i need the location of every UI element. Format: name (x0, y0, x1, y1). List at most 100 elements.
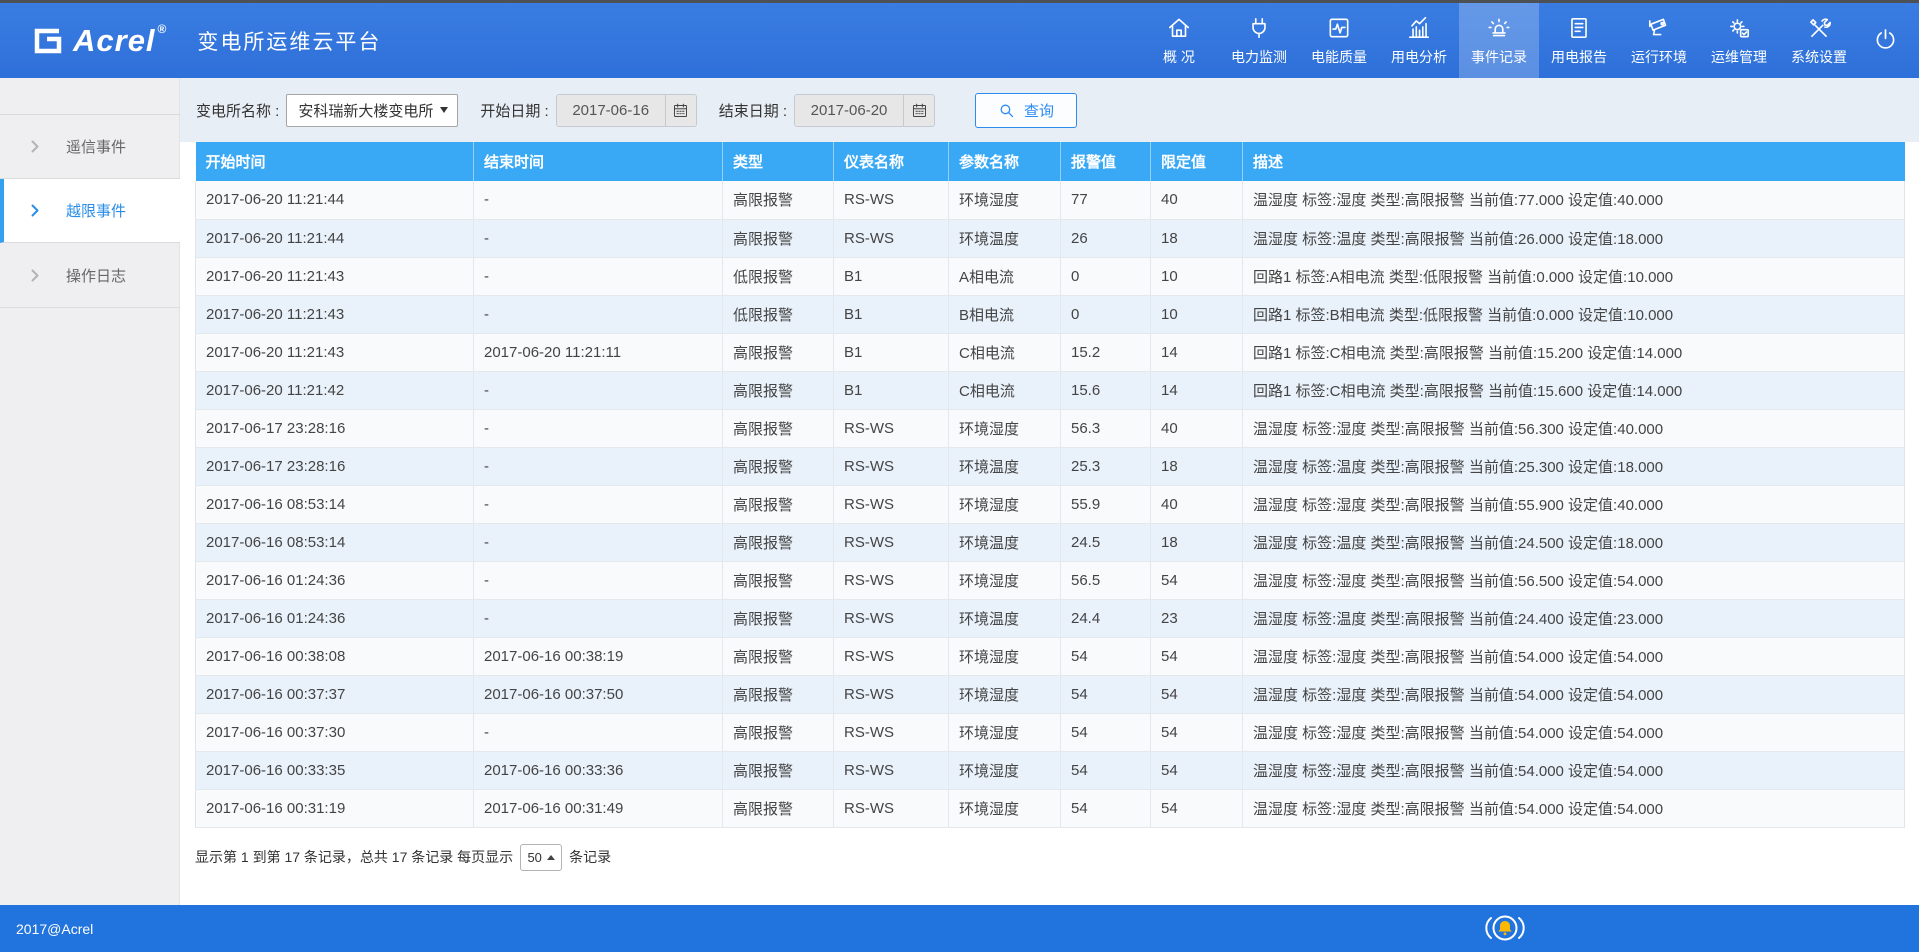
col-header-start-time: 开始时间 (196, 142, 474, 181)
cell-param-name: 环境温度 (949, 447, 1061, 485)
cell-end-time: 2017-06-16 00:38:19 (474, 637, 723, 675)
chevron-right-icon (31, 140, 39, 153)
cell-param-name: A相电流 (949, 257, 1061, 295)
results-panel: 开始时间 结束时间 类型 仪表名称 参数名称 报警值 限定值 描述 2017-0… (180, 142, 1919, 905)
start-date-label: 开始日期 : (480, 100, 548, 121)
cell-start-time: 2017-06-17 23:28:16 (196, 409, 474, 447)
col-header-type: 类型 (723, 142, 834, 181)
nav-item-power-monitoring[interactable]: 电力监测 (1219, 0, 1299, 78)
nav-item-overview[interactable]: 概 况 (1139, 0, 1219, 78)
cell-end-time: - (474, 257, 723, 295)
cell-start-time: 2017-06-16 08:53:14 (196, 523, 474, 561)
cell-param-name: 环境湿度 (949, 675, 1061, 713)
cell-type: 高限报警 (723, 789, 834, 827)
sidebar-item-operation-log[interactable]: 操作日志 (0, 244, 180, 308)
footer: 2017@Acrel (0, 905, 1919, 952)
station-select[interactable]: 安科瑞新大楼变电所 (286, 94, 458, 127)
cell-limit-value: 14 (1151, 333, 1243, 371)
cell-alarm-value: 54 (1061, 789, 1151, 827)
pagination-suffix: 条记录 (569, 847, 611, 867)
tools-icon (1806, 14, 1832, 41)
calendar-icon[interactable] (665, 95, 696, 126)
nav-item-label: 运维管理 (1711, 47, 1767, 67)
cell-limit-value: 40 (1151, 485, 1243, 523)
pagination: 显示第 1 到第 17 条记录，总共 17 条记录 每页显示 50 条记录 (195, 844, 1905, 871)
bar-chart-icon (1406, 14, 1432, 41)
nav-item-label: 电能质量 (1311, 47, 1367, 67)
cell-description: 温湿度 标签:温度 类型:高限报警 当前值:24.400 设定值:23.000 (1243, 599, 1905, 637)
cell-param-name: 环境湿度 (949, 789, 1061, 827)
cell-start-time: 2017-06-20 11:21:44 (196, 181, 474, 219)
start-date-input[interactable]: 2017-06-16 (556, 94, 697, 127)
cell-type: 高限报警 (723, 561, 834, 599)
cell-end-time: 2017-06-16 00:31:49 (474, 789, 723, 827)
cell-param-name: 环境温度 (949, 523, 1061, 561)
cell-description: 温湿度 标签:湿度 类型:高限报警 当前值:56.500 设定值:54.000 (1243, 561, 1905, 599)
cell-start-time: 2017-06-16 01:24:36 (196, 561, 474, 599)
table-row: 2017-06-20 11:21:43 - 低限报警 B1 A相电流 0 10 … (196, 257, 1905, 295)
col-header-description: 描述 (1243, 142, 1905, 181)
pulse-square-icon (1326, 14, 1352, 41)
cell-alarm-value: 54 (1061, 713, 1151, 751)
page-title: 变电所运维云平台 (197, 26, 381, 56)
nav-item-om-management[interactable]: 运维管理 (1699, 0, 1779, 78)
cell-start-time: 2017-06-20 11:21:43 (196, 333, 474, 371)
cell-alarm-value: 56.5 (1061, 561, 1151, 599)
nav-item-power-logout[interactable] (1859, 0, 1911, 78)
caret-up-icon (547, 855, 555, 860)
cell-device-name: RS-WS (834, 637, 949, 675)
cell-alarm-value: 56.3 (1061, 409, 1151, 447)
pagination-summary: 显示第 1 到第 17 条记录，总共 17 条记录 每页显示 (195, 847, 513, 867)
nav-item-usage-analysis[interactable]: 用电分析 (1379, 0, 1459, 78)
table-row: 2017-06-20 11:21:44 - 高限报警 RS-WS 环境温度 26… (196, 219, 1905, 257)
table-row: 2017-06-20 11:21:43 2017-06-20 11:21:11 … (196, 333, 1905, 371)
cell-device-name: RS-WS (834, 523, 949, 561)
cell-limit-value: 54 (1151, 561, 1243, 599)
col-header-device-name: 仪表名称 (834, 142, 949, 181)
cell-type: 低限报警 (723, 295, 834, 333)
cell-start-time: 2017-06-20 11:21:44 (196, 219, 474, 257)
cell-limit-value: 54 (1151, 675, 1243, 713)
nav-item-label: 概 况 (1163, 47, 1195, 67)
page-size-select[interactable]: 50 (520, 844, 562, 871)
cell-alarm-value: 15.2 (1061, 333, 1151, 371)
sidebar-item-remote-signal-events[interactable]: 遥信事件 (0, 115, 180, 179)
calendar-icon[interactable] (903, 95, 934, 126)
cell-type: 高限报警 (723, 371, 834, 409)
cell-description: 回路1 标签:B相电流 类型:低限报警 当前值:0.000 设定值:10.000 (1243, 295, 1905, 333)
cell-description: 温湿度 标签:温度 类型:高限报警 当前值:24.500 设定值:18.000 (1243, 523, 1905, 561)
cell-type: 高限报警 (723, 751, 834, 789)
cell-end-time: 2017-06-20 11:21:11 (474, 333, 723, 371)
acrel-logo-icon (30, 26, 64, 56)
col-header-param-name: 参数名称 (949, 142, 1061, 181)
cell-description: 回路1 标签:C相电流 类型:高限报警 当前值:15.200 设定值:14.00… (1243, 333, 1905, 371)
cell-alarm-value: 77 (1061, 181, 1151, 219)
nav-item-environment[interactable]: 运行环境 (1619, 0, 1699, 78)
nav-item-label: 系统设置 (1791, 47, 1847, 67)
cell-param-name: 环境湿度 (949, 713, 1061, 751)
cell-param-name: B相电流 (949, 295, 1061, 333)
cell-device-name: RS-WS (834, 219, 949, 257)
nav-item-power-quality[interactable]: 电能质量 (1299, 0, 1379, 78)
cell-device-name: B1 (834, 295, 949, 333)
cell-alarm-value: 15.6 (1061, 371, 1151, 409)
sidebar-item-limit-exceed-events[interactable]: 越限事件 (0, 179, 180, 243)
cell-limit-value: 10 (1151, 295, 1243, 333)
cell-limit-value: 23 (1151, 599, 1243, 637)
notification-bell-icon[interactable] (1483, 910, 1527, 946)
nav-item-usage-report[interactable]: 用电报告 (1539, 0, 1619, 78)
brand-logo-text: Acrel® (73, 22, 167, 59)
cell-alarm-value: 0 (1061, 257, 1151, 295)
cell-type: 高限报警 (723, 219, 834, 257)
table-row: 2017-06-16 00:33:35 2017-06-16 00:33:36 … (196, 751, 1905, 789)
cell-end-time: - (474, 409, 723, 447)
cell-alarm-value: 25.3 (1061, 447, 1151, 485)
cell-limit-value: 54 (1151, 751, 1243, 789)
cell-alarm-value: 24.5 (1061, 523, 1151, 561)
table-row: 2017-06-16 00:38:08 2017-06-16 00:38:19 … (196, 637, 1905, 675)
nav-item-system-settings[interactable]: 系统设置 (1779, 0, 1859, 78)
search-button[interactable]: 查询 (975, 93, 1077, 128)
end-date-input[interactable]: 2017-06-20 (794, 94, 935, 127)
nav-item-event-records[interactable]: 事件记录 (1459, 0, 1539, 78)
cell-type: 高限报警 (723, 675, 834, 713)
